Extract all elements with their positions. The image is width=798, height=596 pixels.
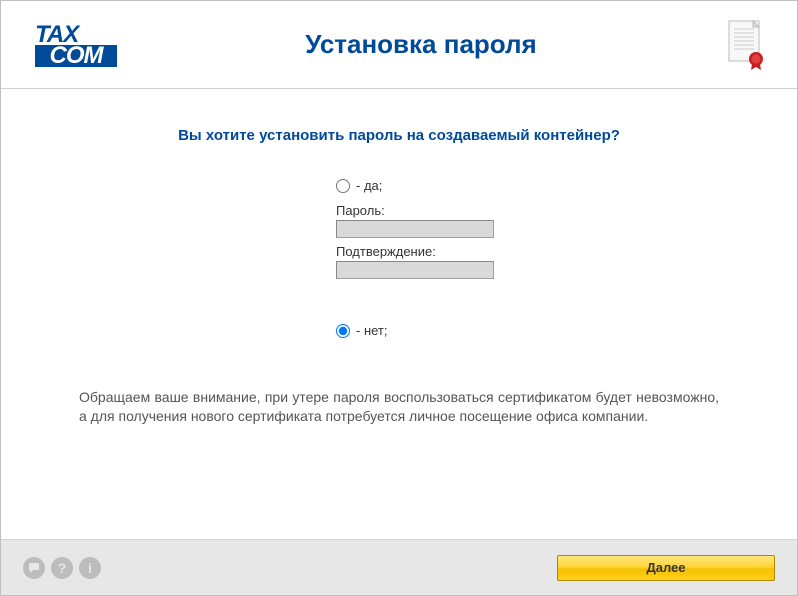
next-button[interactable]: Далее	[557, 555, 775, 581]
installer-window: TAX COM Установка пароля Вы хотите устан…	[0, 0, 798, 596]
confirm-input[interactable]	[336, 261, 494, 279]
header: TAX COM Установка пароля	[1, 1, 797, 89]
form-area: - да; Пароль: Подтверждение: - нет;	[336, 178, 719, 338]
radio-no-label: - нет;	[356, 323, 387, 338]
radio-yes[interactable]	[336, 179, 350, 193]
radio-no[interactable]	[336, 324, 350, 338]
password-input[interactable]	[336, 220, 494, 238]
spacer	[336, 279, 719, 323]
warning-notice: Обращаем ваше внимание, при утере пароля…	[79, 388, 719, 426]
radio-yes-label: - да;	[356, 178, 382, 193]
option-yes-row: - да;	[336, 178, 719, 193]
help-icon[interactable]: ?	[51, 557, 73, 579]
logo-bottom: COM	[35, 45, 117, 67]
option-no-row: - нет;	[336, 323, 719, 338]
page-title: Установка пароля	[117, 29, 725, 60]
password-label: Пароль:	[336, 203, 719, 218]
content-area: Вы хотите установить пароль на создаваем…	[1, 89, 797, 539]
taxcom-logo: TAX COM	[35, 24, 117, 66]
info-icon[interactable]: i	[79, 557, 101, 579]
chat-icon[interactable]	[23, 557, 45, 579]
question-text: Вы хотите установить пароль на создаваем…	[79, 127, 719, 144]
confirm-label: Подтверждение:	[336, 244, 719, 259]
certificate-icon	[725, 19, 767, 71]
footer-icons: ? i	[23, 557, 101, 579]
footer: ? i Далее	[1, 539, 797, 595]
